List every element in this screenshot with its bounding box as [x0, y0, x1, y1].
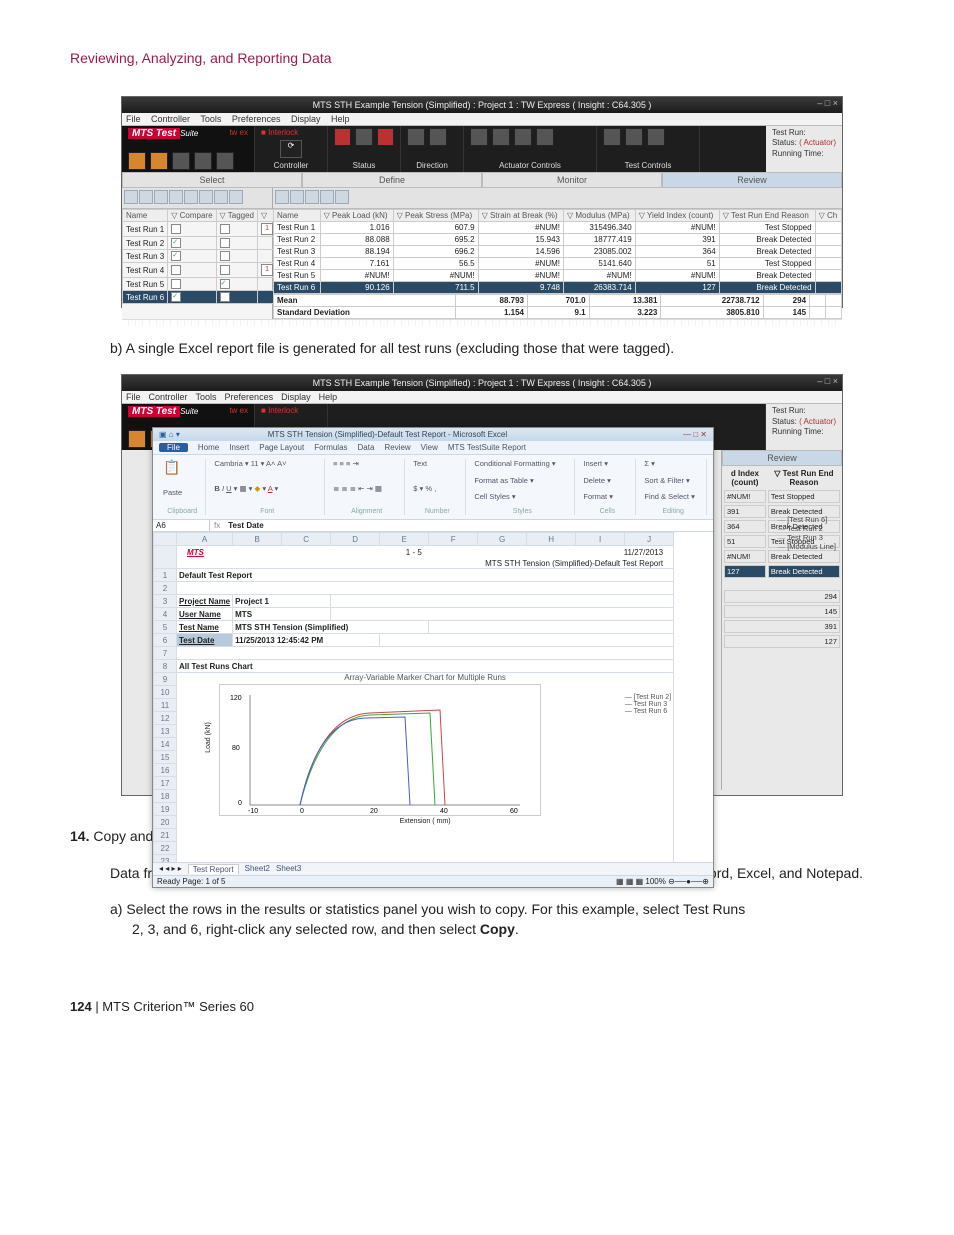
- excel-window-controls[interactable]: — □ ✕: [683, 430, 707, 439]
- tab-select[interactable]: Select: [122, 172, 302, 188]
- left-toolbar[interactable]: [122, 188, 272, 209]
- test-pause-icon[interactable]: [625, 128, 643, 146]
- svg-text:40: 40: [440, 808, 448, 815]
- excel-title-bar: ▣ ⌂ ▾ MTS STH Tension (Simplified)-Defau…: [153, 428, 713, 441]
- interlock-label: ■ Interlock: [261, 128, 321, 137]
- caption-b: b) A single Excel report file is generat…: [110, 338, 894, 358]
- excel-sheet[interactable]: ABCDEFGHIJ MTS1 - 511/27/2013 MTS STH Te…: [153, 532, 713, 862]
- menu-tools[interactable]: Tools: [200, 114, 221, 124]
- page-header: Reviewing, Analyzing, and Reporting Data: [70, 50, 894, 66]
- status-icon: [355, 128, 372, 146]
- chart-title: Array-Variable Marker Chart for Multiple…: [179, 673, 671, 682]
- menu-display[interactable]: Display: [291, 114, 321, 124]
- direction-up-icon[interactable]: [407, 128, 425, 146]
- controller-reset-icon[interactable]: ⟳: [280, 140, 302, 158]
- tab-define[interactable]: Define: [302, 172, 482, 188]
- toolbar-icon[interactable]: [216, 152, 234, 170]
- stats-table: Mean88.793701.013.38122738.712294Standar…: [273, 294, 842, 319]
- window-title: MTS STH Example Tension (Simplified) : P…: [313, 100, 652, 110]
- excel-ribbon-tabs[interactable]: File Home Insert Page Layout Formulas Da…: [153, 441, 713, 455]
- tab-monitor[interactable]: Monitor: [482, 172, 662, 188]
- screenshot-1: MTS STH Example Tension (Simplified) : P…: [121, 96, 843, 308]
- menu-bar[interactable]: File Controller Tools Preferences Displa…: [122, 113, 842, 126]
- menu-preferences[interactable]: Preferences: [232, 114, 281, 124]
- paste-icon[interactable]: 📋: [163, 459, 201, 476]
- direction-down-icon[interactable]: [429, 128, 447, 146]
- fx-icon[interactable]: fx: [210, 520, 224, 531]
- window-controls[interactable]: – □ ×: [817, 98, 838, 108]
- page-footer: 124 | MTS Criterion™ Series 60: [70, 999, 894, 1014]
- chart: 0 80 120 -10 0 20 40 60: [219, 684, 541, 816]
- svg-text:0: 0: [300, 808, 304, 815]
- status-panel: Test Run: Status: ( Actuator) Running Ti…: [766, 126, 842, 172]
- actuator-icon[interactable]: [470, 128, 488, 146]
- actuator-icon[interactable]: [514, 128, 532, 146]
- toolbar-icon[interactable]: [194, 152, 212, 170]
- results-strip: Review d Index (count)▽ Test Run End Rea…: [721, 450, 842, 790]
- toolbar-icon[interactable]: [128, 152, 146, 170]
- screenshot-2: MTS STH Example Tension (Simplified) : P…: [121, 374, 843, 796]
- excel-sheet-tabs[interactable]: ◂ ◂ ▸ ▸ Test Report Sheet2 Sheet3: [153, 862, 713, 875]
- window-title-bar: MTS STH Example Tension (Simplified) : P…: [122, 97, 842, 113]
- mts-logo: MTS: [187, 548, 204, 557]
- toolbar-icon[interactable]: [172, 152, 190, 170]
- results-table[interactable]: Name▽ Peak Load (kN)▽ Peak Stress (MPa)▽…: [273, 209, 842, 294]
- excel-formula-bar[interactable]: A6 fx Test Date: [153, 520, 713, 532]
- test-stop-icon[interactable]: [647, 128, 665, 146]
- test-play-icon[interactable]: [603, 128, 621, 146]
- results-toolbar[interactable]: [273, 188, 842, 209]
- excel-ribbon[interactable]: 📋PasteClipboard Cambria ▾ 11 ▾ A˄ A˅ B I…: [153, 455, 713, 520]
- brand-badge: MTS Test: [128, 128, 180, 139]
- excel-status-bar: Ready Page: 1 of 5 ▦ ▦ ▦ 100% ⊖──●──⊕: [153, 875, 713, 887]
- status-icon: [377, 128, 394, 146]
- tab-review[interactable]: Review: [662, 172, 842, 188]
- status-icon: [334, 128, 351, 146]
- svg-text:-10: -10: [248, 808, 258, 815]
- toolbar-icon[interactable]: [150, 152, 168, 170]
- svg-text:60: 60: [510, 808, 518, 815]
- mode-tabs[interactable]: Select Define Monitor Review: [122, 172, 842, 188]
- menu-controller[interactable]: Controller: [151, 114, 190, 124]
- svg-text:0: 0: [238, 800, 242, 807]
- actuator-icon[interactable]: [492, 128, 510, 146]
- excel-window: ▣ ⌂ ▾ MTS STH Tension (Simplified)-Defau…: [152, 427, 714, 888]
- svg-text:80: 80: [232, 745, 240, 752]
- menu-help[interactable]: Help: [331, 114, 350, 124]
- actuator-icon[interactable]: [536, 128, 554, 146]
- svg-text:20: 20: [370, 808, 378, 815]
- svg-text:120: 120: [230, 695, 242, 702]
- ribbon: MTS TestSuite tw ex ■ Interlock ⟳ Contro…: [122, 126, 842, 172]
- menu-file[interactable]: File: [126, 114, 141, 124]
